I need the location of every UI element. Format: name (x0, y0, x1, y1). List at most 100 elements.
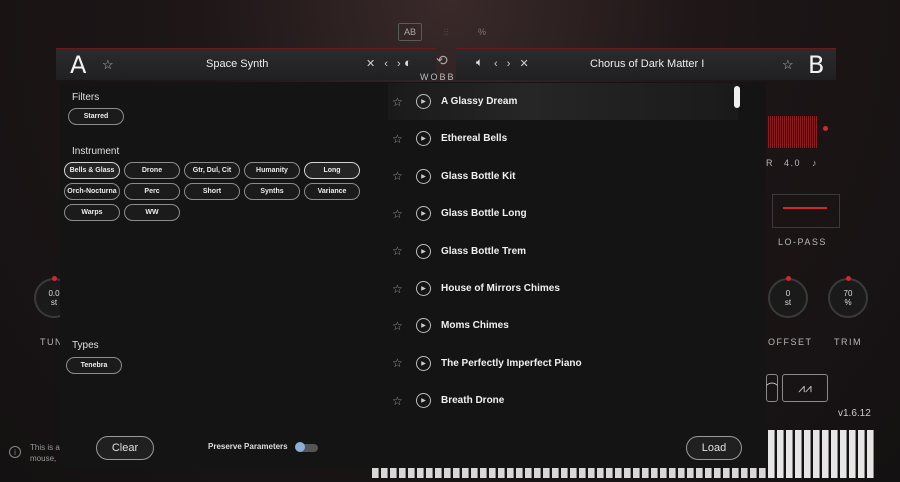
star-icon[interactable]: ☆ (392, 169, 412, 183)
piano-key[interactable] (741, 468, 748, 478)
piano-key[interactable] (597, 468, 604, 478)
chip-ww[interactable]: WW (124, 204, 180, 221)
offset-knob[interactable]: 0 st (768, 276, 808, 318)
play-icon[interactable]: ▶ (416, 131, 431, 147)
filter-curve-display[interactable] (772, 194, 840, 228)
preset-row[interactable]: ☆ ▶ Glass Bottle Trem (388, 233, 738, 270)
shape-curve-icon[interactable]: ⌒ (766, 374, 778, 402)
piano-key[interactable] (804, 430, 811, 478)
piano-key[interactable] (462, 468, 469, 478)
piano-key[interactable] (777, 430, 784, 478)
piano-key[interactable] (840, 430, 847, 478)
preset-row[interactable]: ☆ ▶ Moms Chimes (388, 307, 738, 344)
slot-b-star-icon[interactable]: ☆ (782, 57, 794, 73)
piano-key[interactable] (417, 468, 424, 478)
piano-key[interactable] (678, 468, 685, 478)
chip-starred[interactable]: Starred (68, 108, 124, 125)
star-icon[interactable]: ☆ (392, 394, 412, 408)
piano-key[interactable] (381, 468, 388, 478)
preset-row[interactable]: ☆ ▶ Ethereal Bells (388, 120, 738, 157)
percent-icon[interactable]: % (470, 23, 494, 41)
piano-key[interactable] (633, 468, 640, 478)
chip-bells-glass[interactable]: Bells & Glass (64, 162, 120, 179)
chip-short[interactable]: Short (184, 183, 240, 200)
star-icon[interactable]: ☆ (392, 244, 412, 258)
piano-key[interactable] (561, 468, 568, 478)
preset-row[interactable]: ☆ ▶ Glass Bottle Long (388, 195, 738, 232)
chip-variance[interactable]: Variance (304, 183, 360, 200)
link-icon[interactable]: ⟲ (436, 52, 448, 69)
preserve-parameters-toggle[interactable] (295, 442, 318, 452)
piano-key[interactable] (795, 430, 802, 478)
chip-synths[interactable]: Synths (244, 183, 300, 200)
piano-key[interactable] (471, 468, 478, 478)
slot-b-nav-icons[interactable]: ‹ › ✕ (494, 57, 532, 70)
piano-key[interactable] (444, 468, 451, 478)
preset-row[interactable]: ☆ ▶ Breath Drone (388, 382, 738, 419)
chip-perc[interactable]: Perc (124, 183, 180, 200)
star-icon[interactable]: ☆ (392, 207, 412, 221)
slot-a-nav-icons[interactable]: ✕ ‹ › (366, 57, 404, 70)
play-icon[interactable]: ▶ (416, 281, 431, 296)
star-icon[interactable]: ☆ (392, 132, 412, 146)
ab-compare-button[interactable]: AB (398, 23, 422, 41)
chip-long[interactable]: Long (304, 162, 360, 179)
piano-key[interactable] (498, 468, 505, 478)
slot-b-volume-icon[interactable]: 🔈︎ (476, 55, 483, 70)
piano-key[interactable] (723, 468, 730, 478)
piano-key[interactable] (516, 468, 523, 478)
piano-key[interactable] (489, 468, 496, 478)
preset-row[interactable]: ☆ ▶ Glass Bottle Kit (388, 158, 738, 195)
piano-key[interactable] (615, 468, 622, 478)
piano-key[interactable] (408, 468, 415, 478)
piano-key[interactable] (543, 468, 550, 478)
preset-row[interactable]: ☆ ▶ The Perfectly Imperfect Piano (388, 345, 738, 382)
piano-key[interactable] (822, 430, 829, 478)
play-icon[interactable]: ▶ (416, 206, 431, 222)
play-icon[interactable]: ▶ (416, 243, 431, 259)
piano-key[interactable] (831, 430, 838, 478)
chip-warps[interactable]: Warps (64, 204, 120, 221)
load-button[interactable]: Load (686, 436, 742, 460)
star-icon[interactable]: ☆ (392, 95, 412, 109)
chip-drone[interactable]: Drone (124, 162, 180, 179)
piano-key[interactable] (534, 468, 541, 478)
shape-saw-icon[interactable]: ⩘⩘ (782, 374, 828, 402)
slot-a-power-icon[interactable]: ◐ (404, 55, 412, 70)
trim-knob[interactable]: 70 % (828, 276, 868, 318)
chip-humanity[interactable]: Humanity (244, 162, 300, 179)
piano-key[interactable] (579, 468, 586, 478)
chip-gtr-dul-cit[interactable]: Gtr, Dul, Cit (184, 162, 240, 179)
piano-key[interactable] (606, 468, 613, 478)
piano-key[interactable] (624, 468, 631, 478)
chip-orch-nocturna[interactable]: Orch-Nocturna (64, 183, 120, 200)
preset-row[interactable]: ☆ ▶ House of Mirrors Chimes (388, 270, 738, 307)
star-icon[interactable]: ☆ (392, 319, 412, 333)
piano-key[interactable] (507, 468, 514, 478)
piano-key[interactable] (372, 468, 379, 478)
piano-key[interactable] (813, 430, 820, 478)
piano-key[interactable] (750, 468, 757, 478)
piano-key[interactable] (390, 468, 397, 478)
piano-key[interactable] (867, 430, 874, 478)
play-icon[interactable]: ▶ (416, 168, 431, 184)
piano-key[interactable] (849, 430, 856, 478)
piano-key[interactable] (435, 468, 442, 478)
piano-key[interactable] (651, 468, 658, 478)
piano-key[interactable] (552, 468, 559, 478)
piano-key[interactable] (696, 468, 703, 478)
piano-key[interactable] (570, 468, 577, 478)
star-icon[interactable]: ☆ (392, 356, 412, 370)
piano-key[interactable] (669, 468, 676, 478)
sliders-icon[interactable]: ⫶⫶ (434, 23, 458, 41)
piano-key[interactable] (426, 468, 433, 478)
piano-key[interactable] (525, 468, 532, 478)
star-icon[interactable]: ☆ (392, 282, 412, 296)
slot-a-star-icon[interactable]: ☆ (102, 57, 114, 73)
chip-tenebra[interactable]: Tenebra (66, 357, 122, 374)
preset-list-scrollbar[interactable] (734, 86, 740, 108)
play-icon[interactable]: ▶ (416, 393, 431, 409)
play-icon[interactable]: ▶ (416, 318, 431, 334)
piano-key[interactable] (714, 468, 721, 478)
play-icon[interactable]: ▶ (416, 355, 431, 371)
